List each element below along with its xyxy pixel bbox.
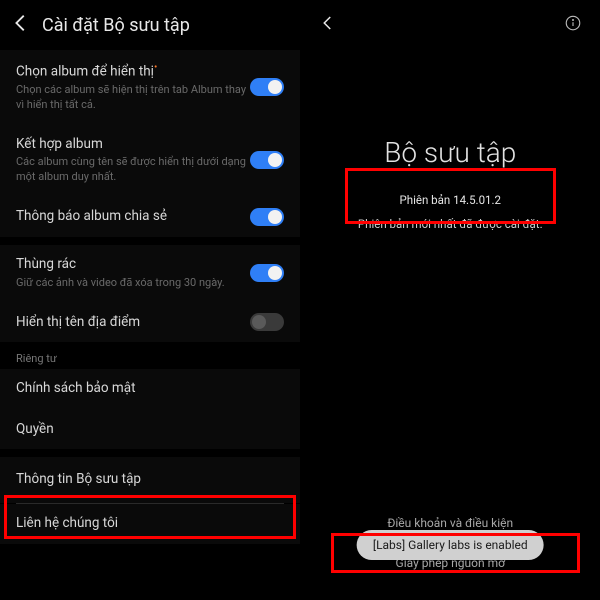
row-shared-notif[interactable]: Thông báo album chia sẻ [0, 196, 300, 237]
row-title: Liên hệ chúng tôi [16, 515, 118, 533]
row-about-gallery[interactable]: Thông tin Bộ sưu tập [0, 457, 300, 503]
settings-pane: Cài đặt Bộ sưu tập Chọn album để hiển th… [0, 0, 301, 600]
row-permissions[interactable]: Quyền [0, 409, 300, 450]
back-icon[interactable] [10, 12, 32, 38]
header: Cài đặt Bộ sưu tập [0, 0, 300, 50]
about-version: Phiên bản 14.5.01.2 [325, 193, 577, 207]
about-app-name: Bộ sưu tập [301, 136, 600, 169]
about-pane: Bộ sưu tập Phiên bản 14.5.01.2 Phiên bản… [301, 0, 600, 600]
row-contact-us[interactable]: Liên hệ chúng tôi [0, 504, 300, 544]
toggle-merge-album[interactable] [250, 151, 284, 169]
row-title: Chọn album để hiển thị• [16, 61, 250, 81]
screenshot-pair: Cài đặt Bộ sưu tập Chọn album để hiển th… [0, 0, 600, 600]
row-title: Thông báo album chia sẻ [16, 208, 250, 226]
toggle-shared-notif[interactable] [250, 208, 284, 226]
toast-labs-enabled: [Labs] Gallery labs is enabled [357, 530, 544, 560]
back-icon[interactable] [319, 14, 337, 36]
row-title: Quyền [16, 421, 54, 439]
page-title: Cài đặt Bộ sưu tập [42, 15, 190, 36]
row-title: Thùng rác [16, 256, 250, 274]
toggle-choose-album[interactable] [250, 78, 284, 96]
header [301, 0, 600, 46]
row-location-name[interactable]: Hiển thị tên địa điểm [0, 301, 300, 342]
toggle-location-name[interactable] [250, 313, 284, 331]
section-label-privacy: Riêng tư [0, 342, 300, 369]
about-latest: Phiên bản mới nhất đã được cài đặt. [325, 217, 577, 231]
row-privacy-policy[interactable]: Chính sách bảo mật [0, 369, 300, 409]
row-title: Thông tin Bộ sưu tập [16, 471, 141, 489]
toggle-trash[interactable] [250, 264, 284, 282]
row-merge-album[interactable]: Kết hợp album Các album cùng tên sẽ được… [0, 124, 300, 196]
row-title: Kết hợp album [16, 136, 250, 154]
row-subtitle: Chọn các album sẽ hiện thị trên tab Albu… [16, 83, 250, 113]
row-title: Chính sách bảo mật [16, 380, 136, 398]
row-title: Hiển thị tên địa điểm [16, 314, 250, 332]
row-subtitle: Giữ các ảnh và video đã xóa trong 30 ngà… [16, 276, 250, 291]
info-icon[interactable] [564, 14, 582, 36]
about-version-box: Phiên bản 14.5.01.2 Phiên bản mới nhất đ… [319, 183, 583, 245]
row-trash[interactable]: Thùng rác Giữ các ảnh và video đã xóa tr… [0, 245, 300, 301]
row-subtitle: Các album cùng tên sẽ được hiển thị dưới… [16, 155, 250, 185]
row-choose-album[interactable]: Chọn album để hiển thị• Chọn các album s… [0, 50, 300, 124]
